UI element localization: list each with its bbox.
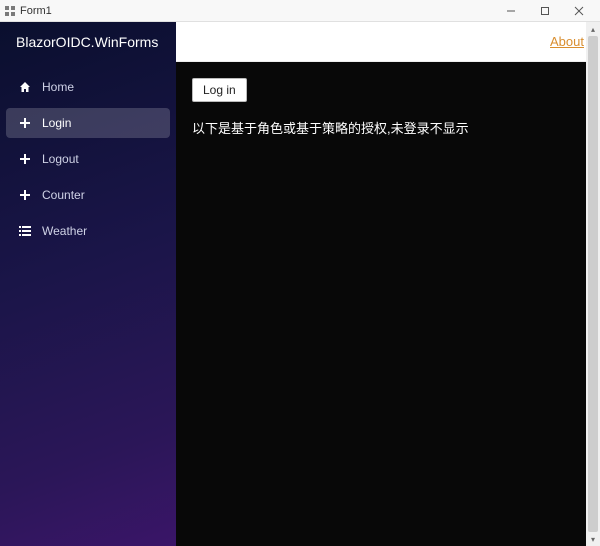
- vertical-scrollbar[interactable]: ▴ ▾: [586, 22, 600, 546]
- scroll-down-icon[interactable]: ▾: [586, 532, 600, 546]
- list-icon: [18, 224, 32, 238]
- sidebar-item-label: Home: [42, 80, 74, 94]
- login-button[interactable]: Log in: [192, 78, 247, 102]
- scrollbar-thumb[interactable]: [588, 36, 598, 532]
- sidebar-item-label: Logout: [42, 152, 79, 166]
- sidebar-item-logout[interactable]: Logout: [6, 144, 170, 174]
- scrollbar-track[interactable]: [586, 36, 600, 532]
- window-controls: [494, 1, 596, 21]
- sidebar-item-login[interactable]: Login: [6, 108, 170, 138]
- maximize-button[interactable]: [528, 1, 562, 21]
- nav: Home Login Logout: [0, 62, 176, 246]
- close-button[interactable]: [562, 1, 596, 21]
- window-titlebar: Form1: [0, 0, 600, 22]
- window-title: Form1: [20, 5, 494, 17]
- app-icon: [4, 5, 16, 17]
- sidebar-item-weather[interactable]: Weather: [6, 216, 170, 246]
- sidebar-item-counter[interactable]: Counter: [6, 180, 170, 210]
- brand-label: BlazorOIDC.WinForms: [0, 22, 176, 62]
- sidebar-item-home[interactable]: Home: [6, 72, 170, 102]
- plus-icon: [18, 116, 32, 130]
- content: Log in 以下是基于角色或基于策略的授权,未登录不显示: [176, 62, 600, 546]
- main: About Log in 以下是基于角色或基于策略的授权,未登录不显示: [176, 22, 600, 546]
- auth-note: 以下是基于角色或基于策略的授权,未登录不显示: [192, 118, 584, 137]
- topbar: About: [176, 22, 600, 62]
- plus-icon: [18, 188, 32, 202]
- about-link[interactable]: About: [550, 34, 584, 49]
- sidebar: BlazorOIDC.WinForms Home Login: [0, 22, 176, 546]
- home-icon: [18, 80, 32, 94]
- plus-icon: [18, 152, 32, 166]
- scroll-up-icon[interactable]: ▴: [586, 22, 600, 36]
- sidebar-item-label: Counter: [42, 188, 85, 202]
- sidebar-item-label: Weather: [42, 224, 87, 238]
- minimize-button[interactable]: [494, 1, 528, 21]
- sidebar-item-label: Login: [42, 116, 71, 130]
